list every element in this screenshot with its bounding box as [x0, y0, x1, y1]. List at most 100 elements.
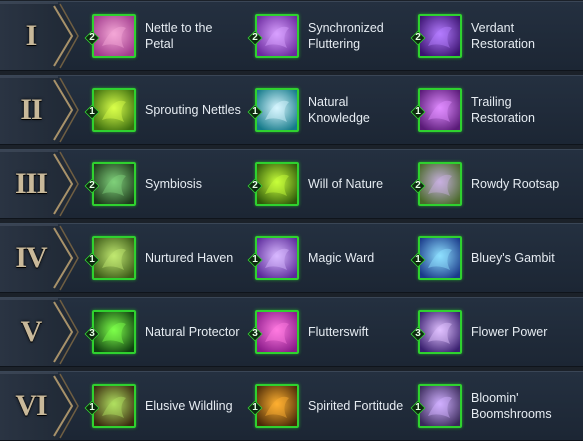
rank-number: 1 [252, 254, 258, 265]
trailing-restoration-icon[interactable]: 1 [410, 88, 462, 132]
bloomin-boomshrooms-icon[interactable]: 1 [410, 384, 462, 428]
rank-badge: 1 [247, 104, 263, 120]
rank-badge: 3 [247, 326, 263, 342]
flower-power-icon[interactable]: 3 [410, 310, 462, 354]
rank-badge: 1 [84, 252, 100, 268]
rank-badge: 2 [410, 178, 426, 194]
talent-name: Flutterswift [308, 325, 369, 339]
talent-name: Sprouting Nettles [145, 103, 241, 117]
rank-number: 1 [89, 254, 95, 265]
rank-number: 2 [89, 180, 95, 191]
rank-badge: 2 [84, 178, 100, 194]
rank-number: 2 [415, 180, 421, 191]
tier-marker: V [0, 298, 80, 366]
talent-sprouting-nettles[interactable]: 1 Sprouting Nettles [84, 76, 242, 144]
will-of-nature-icon[interactable]: 2 [247, 162, 299, 206]
rank-badge: 1 [247, 400, 263, 416]
talent-blueys-gambit[interactable]: 1 Bluey's Gambit [410, 224, 568, 292]
rank-number: 3 [252, 328, 258, 339]
talent-name: Trailing Restoration [471, 95, 535, 125]
rank-badge: 2 [84, 30, 100, 46]
spirited-fortitude-icon[interactable]: 1 [247, 384, 299, 428]
tier-row: V 3 Natural Protector 3 Flutterswift 3 Flower … [0, 297, 583, 367]
talent-name: Rowdy Rootsap [471, 177, 560, 191]
tier-row: III 2 Symbiosis 2 Will of Nature 2 Rowdy Roots… [0, 149, 583, 219]
tier-numeral: III [14, 167, 48, 200]
tier-row: II 1 Sprouting Nettles 1 Natural Knowledge 1 T… [0, 75, 583, 145]
talent-name: Elusive Wildling [145, 399, 233, 413]
talent-bloomin-boomshrooms[interactable]: 1 Bloomin' Boomshrooms [410, 372, 568, 440]
elusive-wildling-icon[interactable]: 1 [84, 384, 136, 428]
talent-nurtured-haven[interactable]: 1 Nurtured Haven [84, 224, 242, 292]
talent-name: Bloomin' Boomshrooms [471, 391, 552, 421]
sprouting-nettles-icon[interactable]: 1 [84, 88, 136, 132]
magic-ward-icon[interactable]: 1 [247, 236, 299, 280]
talent-flower-power[interactable]: 3 Flower Power [410, 298, 568, 366]
tier-row: VI 1 Elusive Wildling 1 Spirited Fortitude 1 B… [0, 371, 583, 441]
symbiosis-icon[interactable]: 2 [84, 162, 136, 206]
rank-badge: 1 [84, 400, 100, 416]
rank-number: 2 [252, 180, 258, 191]
tier-marker: VI [0, 372, 80, 440]
nurtured-haven-icon[interactable]: 1 [84, 236, 136, 280]
verdant-restoration-icon[interactable]: 2 [410, 14, 462, 58]
tier-marker: IV [0, 224, 80, 292]
rank-number: 1 [415, 254, 421, 265]
rank-number: 1 [89, 106, 95, 117]
rank-number: 1 [252, 402, 258, 413]
rank-badge: 2 [247, 30, 263, 46]
talent-trailing-restoration[interactable]: 1 Trailing Restoration [410, 76, 568, 144]
rank-number: 2 [89, 32, 95, 43]
talent-nettle-petal[interactable]: 2 Nettle to the Petal [84, 2, 242, 70]
talent-name: Will of Nature [308, 177, 384, 191]
rank-badge: 2 [247, 178, 263, 194]
talent-name: Spirited Fortitude [308, 399, 404, 413]
rank-number: 2 [415, 32, 421, 43]
rank-badge: 3 [84, 326, 100, 342]
rank-number: 1 [415, 402, 421, 413]
talent-name: Flower Power [471, 325, 548, 339]
synchronized-fluttering-icon[interactable]: 2 [247, 14, 299, 58]
talent-elusive-wildling[interactable]: 1 Elusive Wildling [84, 372, 242, 440]
talent-name: Magic Ward [308, 251, 375, 265]
talent-verdant-restoration[interactable]: 2 Verdant Restoration [410, 2, 568, 70]
talent-name: Synchronized Fluttering [308, 21, 384, 51]
talent-natural-knowledge[interactable]: 1 Natural Knowledge [247, 76, 405, 144]
tier-marker: I [0, 2, 80, 70]
rank-badge: 1 [84, 104, 100, 120]
blueys-gambit-icon[interactable]: 1 [410, 236, 462, 280]
talent-symbiosis[interactable]: 2 Symbiosis [84, 150, 242, 218]
nettle-petal-icon[interactable]: 2 [84, 14, 136, 58]
talent-name: Symbiosis [145, 177, 202, 191]
tier-numeral: VI [15, 389, 47, 422]
talent-name: Bluey's Gambit [471, 251, 555, 265]
talent-name: Natural Knowledge [308, 95, 370, 125]
natural-protector-icon[interactable]: 3 [84, 310, 136, 354]
rank-number: 1 [415, 106, 421, 117]
rank-badge: 1 [410, 104, 426, 120]
rank-badge: 1 [410, 400, 426, 416]
talent-flutterswift[interactable]: 3 Flutterswift [247, 298, 405, 366]
flutterswift-icon[interactable]: 3 [247, 310, 299, 354]
talent-rowdy-rootsap[interactable]: 2 Rowdy Rootsap [410, 150, 568, 218]
rank-number: 1 [252, 106, 258, 117]
talent-spirited-fortitude[interactable]: 1 Spirited Fortitude [247, 372, 405, 440]
tier-numeral: I [25, 19, 38, 52]
talent-magic-ward[interactable]: 1 Magic Ward [247, 224, 405, 292]
talent-natural-protector[interactable]: 3 Natural Protector [84, 298, 242, 366]
talent-synchronized-fluttering[interactable]: 2 Synchronized Fluttering [247, 2, 405, 70]
rank-badge: 1 [247, 252, 263, 268]
talent-name: Natural Protector [145, 325, 240, 339]
tier-numeral: V [20, 315, 43, 348]
natural-knowledge-icon[interactable]: 1 [247, 88, 299, 132]
rowdy-rootsap-icon[interactable]: 2 [410, 162, 462, 206]
rank-number: 3 [415, 328, 421, 339]
tier-marker: II [0, 76, 80, 144]
tier-row: IV 1 Nurtured Haven 1 Magic Ward 1 Bluey's Gam… [0, 223, 583, 293]
tier-numeral: IV [15, 241, 47, 274]
talent-grid: I 2 Nettle to the Petal 2 Synchronized Flutt… [0, 0, 583, 441]
rank-badge: 3 [410, 326, 426, 342]
rank-number: 2 [252, 32, 258, 43]
talent-will-of-nature[interactable]: 2 Will of Nature [247, 150, 405, 218]
talent-name: Verdant Restoration [471, 21, 535, 51]
